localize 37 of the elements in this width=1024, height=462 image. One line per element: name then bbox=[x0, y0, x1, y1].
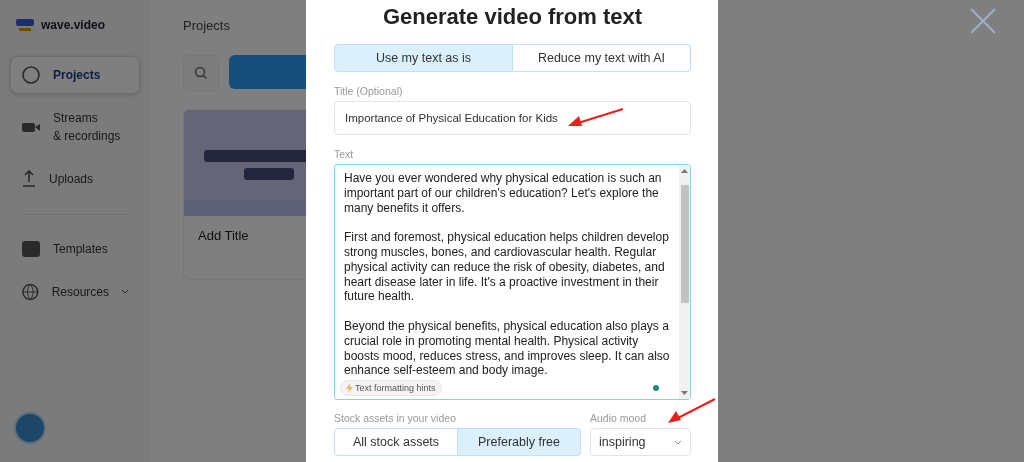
app-logo[interactable]: wave.video bbox=[41, 18, 106, 32]
scroll-down-icon[interactable] bbox=[681, 391, 688, 396]
camera-icon bbox=[21, 120, 41, 134]
annotation-arrow bbox=[668, 398, 716, 424]
mood-dropdown[interactable]: inspiring bbox=[590, 428, 691, 456]
search-button[interactable] bbox=[183, 55, 219, 91]
card-title: Add Title bbox=[197, 227, 250, 245]
logo-icon bbox=[15, 18, 35, 32]
sidebar-item[interactable]: Streams & recordings bbox=[10, 100, 140, 154]
mode-tab[interactable]: Reduce my text with AI bbox=[513, 44, 691, 72]
sidebar-item[interactable]: Resources bbox=[10, 273, 140, 311]
option-tab[interactable]: All stock assets bbox=[334, 428, 458, 456]
annotation-arrow bbox=[568, 108, 624, 129]
status-dot bbox=[653, 385, 659, 391]
mode-tab[interactable]: Use my text as is bbox=[334, 44, 513, 72]
sidebar-item[interactable]: Projects bbox=[10, 56, 140, 94]
sidebar-item[interactable]: Templates bbox=[10, 231, 140, 267]
template-icon bbox=[21, 240, 41, 258]
upload-icon bbox=[21, 169, 37, 189]
field-label: Title (Optional) bbox=[334, 85, 404, 97]
sidebar-item[interactable]: Uploads bbox=[10, 160, 140, 198]
scroll-up-icon[interactable] bbox=[681, 168, 688, 173]
close-icon[interactable] bbox=[970, 8, 996, 34]
hints-chip[interactable]: Text formatting hints bbox=[340, 380, 442, 396]
scrollbar-thumb[interactable] bbox=[680, 185, 689, 303]
field-label: Stock assets in your video bbox=[334, 412, 457, 424]
dialog-title: Generate video from text bbox=[381, 4, 644, 30]
option-tab[interactable]: Preferably free bbox=[458, 428, 581, 456]
lightning-icon bbox=[346, 383, 353, 393]
text-area[interactable]: Have you ever wondered why physical education is such an important part of our children's education? Let's explore the many benefits it offers. First and foremost, physical education helps children develop strong muscles, bones, and cardiovascular health. Regular physical activity can reduce the risk of obesity, diabetes, and heart disease later in life. It's a proactive investment in their future health. Beyond the physical benefits, physical education also plays a crucial role in promoting mental health. Physical activity boosts mood, reduces stress, and improves sleep. It can also enhance self-esteem and body image. Text formatting hints bbox=[334, 164, 691, 400]
search-icon bbox=[194, 66, 208, 80]
chevron-icon bbox=[674, 439, 682, 445]
page-title: Projects bbox=[183, 18, 231, 33]
user-avatar[interactable] bbox=[14, 412, 46, 444]
globe-icon bbox=[21, 282, 40, 302]
title-input[interactable]: Importance of Physical Education for Kids bbox=[334, 101, 691, 135]
field-label: Audio mood bbox=[590, 412, 648, 424]
